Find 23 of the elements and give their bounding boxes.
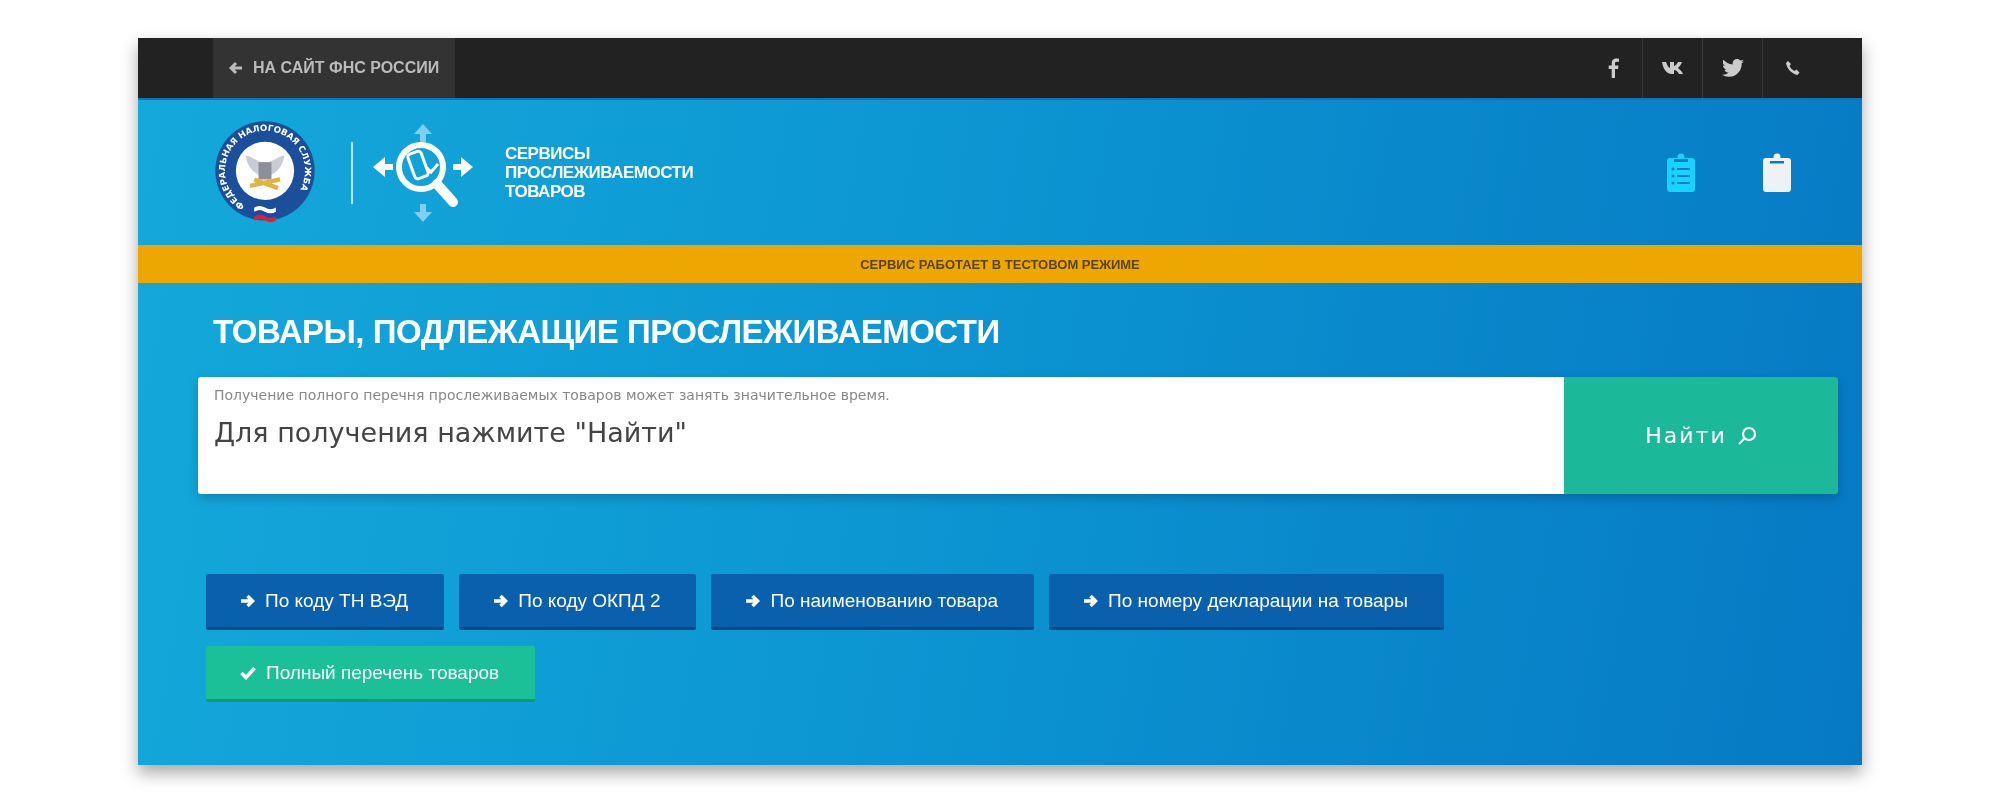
search-mode-button[interactable]: По коду ОКПД 2 (459, 574, 697, 630)
arrow-right-icon (240, 593, 255, 608)
search-mode-button[interactable]: По наименованию товара (711, 574, 1035, 630)
page-title: ТОВАРЫ, ПОДЛЕЖАЩИЕ ПРОСЛЕЖИВАЕМОСТИ (213, 313, 1001, 351)
search-mode-button[interactable]: По коду ТН ВЭД (206, 574, 445, 630)
search-box[interactable]: Получение полного перечня прослеживаемых товаров может занять значительное время. Для получения нажмите "Найти" (198, 377, 1564, 494)
search-mode-button[interactable]: По номеру декларации на товары (1049, 574, 1444, 630)
facebook-icon (1606, 58, 1619, 78)
check-icon (240, 665, 256, 680)
search-hint: Получение полного перечня прослеживаемых товаров может занять значительное время. (214, 387, 891, 403)
back-link[interactable]: НА САЙТ ФНС РОССИИ (213, 38, 456, 98)
arrow-right-icon (1083, 593, 1099, 608)
arrow-right-icon (745, 593, 761, 608)
phone-icon (1784, 60, 1801, 76)
vk-icon (1660, 61, 1685, 75)
service-name: СЕРВИСЫ ПРОСЛЕЖИВАЕМОСТИ ТОВАРОВ (505, 144, 694, 201)
arrow-left-icon (229, 61, 243, 75)
bird-icon (1721, 59, 1744, 77)
arrow-right-icon (493, 593, 509, 608)
search-icon (1736, 425, 1757, 446)
clipboard-icon[interactable] (1762, 152, 1792, 193)
test-mode-banner: СЕРВИС РАБОТАЕТ В ТЕСТОВОМ РЕЖИМЕ (138, 245, 1862, 283)
clipboard-list-icon[interactable] (1666, 152, 1696, 193)
